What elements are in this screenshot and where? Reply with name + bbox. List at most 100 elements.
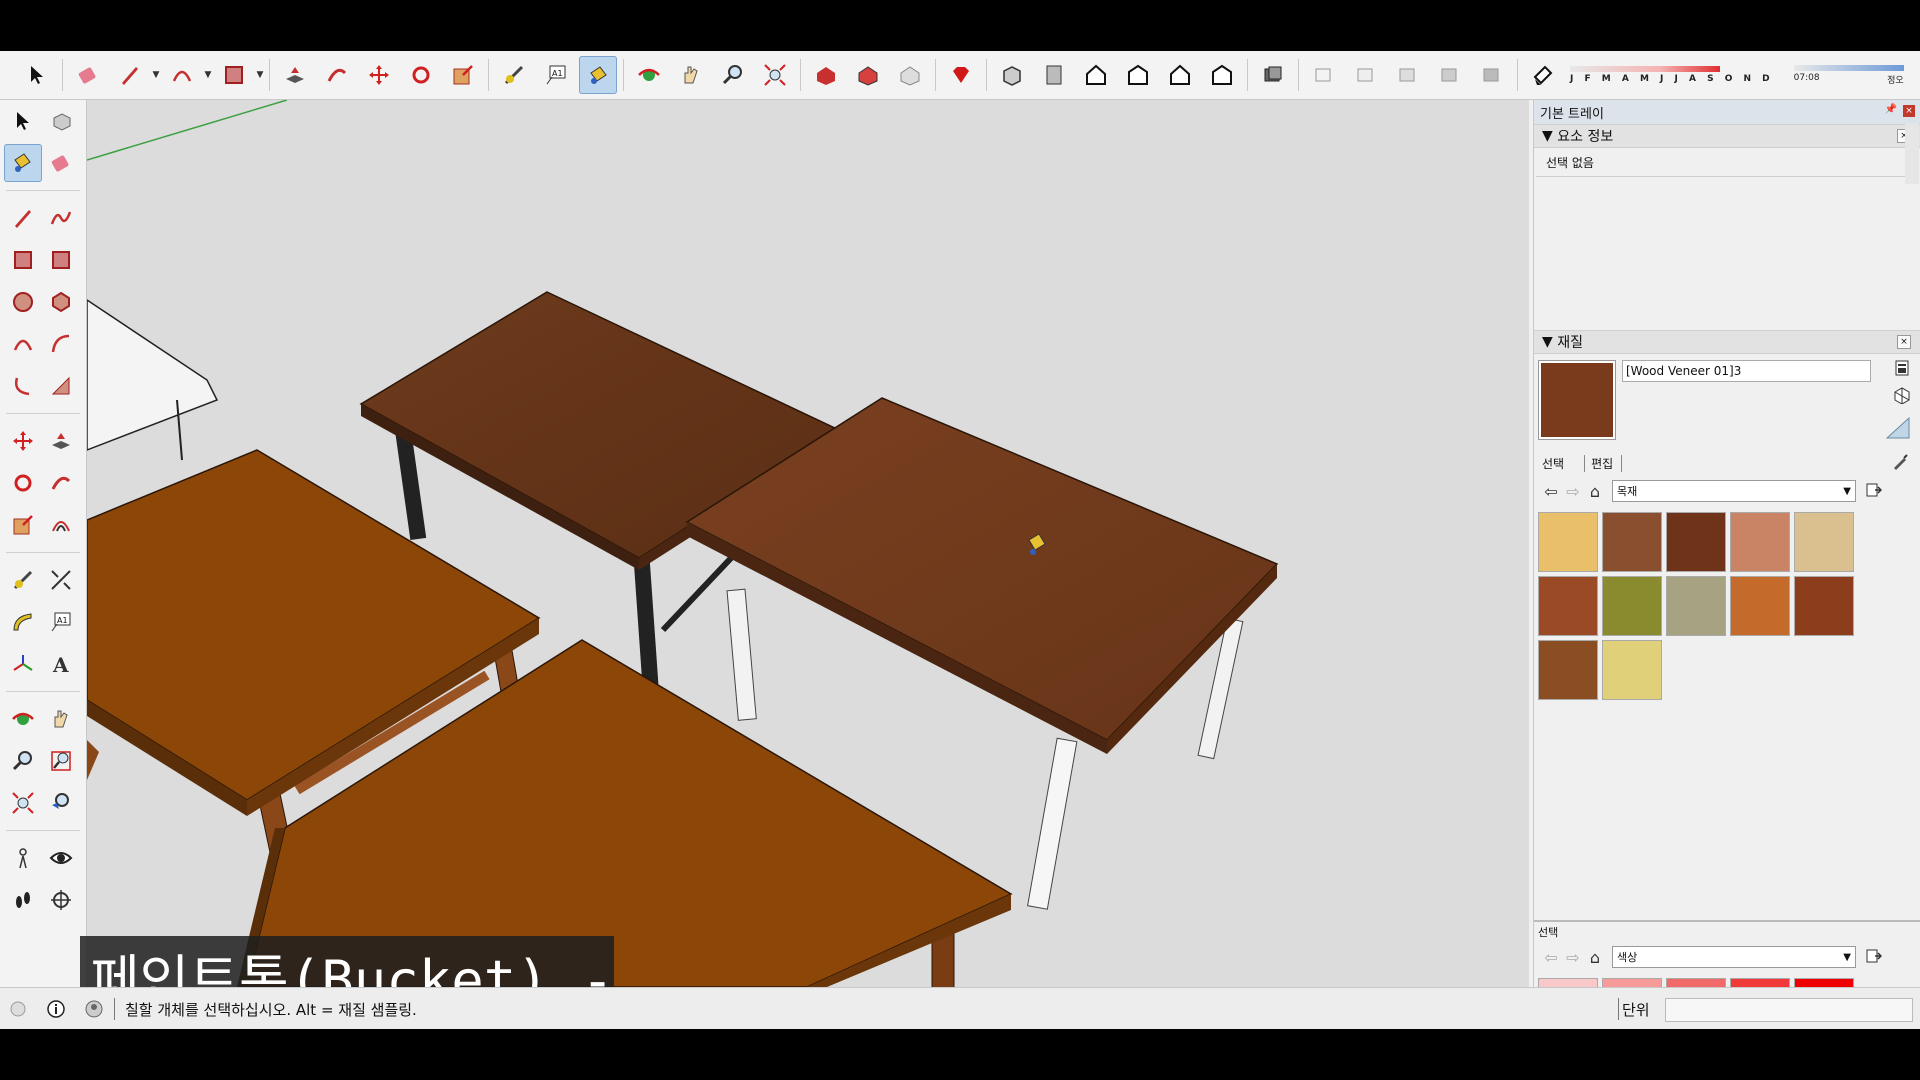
tab-select[interactable]: 선택: [1542, 455, 1564, 472]
measurements-box[interactable]: [1665, 998, 1913, 1022]
wireframe-style-button[interactable]: [1305, 56, 1343, 94]
iso-view-button[interactable]: [993, 56, 1031, 94]
tab-edit[interactable]: 편집: [1584, 454, 1623, 472]
material-swatch[interactable]: [1602, 576, 1662, 636]
details-arrow-icon[interactable]: [1866, 482, 1883, 501]
dimension-tool-button[interactable]: [42, 561, 80, 599]
zoom-extents-tool-button[interactable]: [756, 56, 794, 94]
share-component-button[interactable]: [891, 56, 929, 94]
geo-location-icon[interactable]: [8, 999, 28, 1019]
move-tool-button[interactable]: [360, 56, 398, 94]
move-tool-button[interactable]: [4, 422, 42, 460]
offset-tool-button[interactable]: [42, 506, 80, 544]
top-view-button[interactable]: [1035, 56, 1073, 94]
three-point-arc-tool-button[interactable]: [4, 367, 42, 405]
tape-measure-tool-button[interactable]: [4, 561, 42, 599]
tape-measure-tool-button[interactable]: [495, 56, 533, 94]
line-tool-button[interactable]: [111, 56, 149, 94]
default-material-icon[interactable]: [1885, 416, 1911, 443]
shaded-style-button[interactable]: [1389, 56, 1427, 94]
scale-tool-button[interactable]: [444, 56, 482, 94]
text-tool-button[interactable]: A1: [42, 603, 80, 641]
month-slider[interactable]: [1570, 66, 1720, 72]
shadows-toggle-button[interactable]: [1524, 56, 1562, 94]
material-swatch[interactable]: [1538, 512, 1598, 572]
rectangle-tool-dropdown[interactable]: ▼: [255, 56, 265, 94]
material-swatch[interactable]: [1602, 512, 1662, 572]
home-icon[interactable]: ⌂: [1584, 948, 1606, 967]
credits-info-icon[interactable]: [46, 999, 66, 1019]
3d-text-tool-button[interactable]: A: [42, 645, 80, 683]
details-arrow-icon[interactable]: [1866, 948, 1883, 967]
material-preview-swatch[interactable]: [1538, 360, 1616, 440]
white-table-top[interactable]: [87, 299, 219, 451]
material-swatch[interactable]: [1794, 512, 1854, 572]
pin-icon[interactable]: 📌: [1885, 104, 1897, 115]
freehand-tool-button[interactable]: [42, 199, 80, 237]
push-pull-tool-button[interactable]: [276, 56, 314, 94]
eraser-tool-button[interactable]: [42, 144, 80, 182]
orbit-tool-button[interactable]: [4, 700, 42, 738]
material-swatch[interactable]: [1666, 512, 1726, 572]
follow-me-tool-button[interactable]: [42, 464, 80, 502]
front-view-button[interactable]: [1077, 56, 1115, 94]
paint-bucket-tool-button[interactable]: [579, 56, 617, 94]
pie-tool-button[interactable]: [42, 367, 80, 405]
material-swatch[interactable]: [1602, 640, 1662, 700]
user-account-icon[interactable]: [84, 999, 104, 1019]
select-tool-button[interactable]: [4, 102, 42, 140]
forward-arrow-icon[interactable]: ⇨: [1562, 948, 1584, 967]
forward-arrow-icon[interactable]: ⇨: [1562, 482, 1584, 501]
section-plane-tool-button[interactable]: [42, 881, 80, 919]
materials-header[interactable]: ▼ 재질 ×: [1534, 330, 1920, 354]
orbit-tool-button[interactable]: [630, 56, 668, 94]
material-swatch[interactable]: [1538, 576, 1598, 636]
model-viewport[interactable]: [87, 100, 1529, 987]
axes-tool-button[interactable]: [4, 645, 42, 683]
create-material-icon[interactable]: [1893, 386, 1911, 407]
line-tool-button[interactable]: [4, 199, 42, 237]
material-swatch[interactable]: [1794, 576, 1854, 636]
back-view-button[interactable]: [1161, 56, 1199, 94]
material-swatch[interactable]: [1666, 576, 1726, 636]
circle-tool-button[interactable]: [4, 283, 42, 321]
rotate-tool-button[interactable]: [4, 464, 42, 502]
walk-tool-button[interactable]: [4, 881, 42, 919]
pan-tool-button[interactable]: [672, 56, 710, 94]
follow-me-tool-button[interactable]: [318, 56, 356, 94]
arc-tool-dropdown[interactable]: ▼: [203, 56, 213, 94]
zoom-tool-button[interactable]: [714, 56, 752, 94]
arc-tool-button[interactable]: [4, 325, 42, 363]
material-library-select[interactable]: 목재 ▼: [1612, 480, 1856, 502]
make-component-button[interactable]: [42, 102, 80, 140]
warehouse-button[interactable]: [807, 56, 845, 94]
time-slider[interactable]: [1793, 64, 1904, 71]
pan-tool-button[interactable]: [42, 700, 80, 738]
rotate-tool-button[interactable]: [402, 56, 440, 94]
position-camera-tool-button[interactable]: [4, 839, 42, 877]
back-arrow-icon[interactable]: ⇦: [1540, 482, 1562, 501]
zoom-window-tool-button[interactable]: [42, 742, 80, 780]
select-tool-button[interactable]: [18, 56, 56, 94]
material-detail-icon[interactable]: [1895, 360, 1909, 379]
monochrome-style-button[interactable]: [1473, 56, 1511, 94]
material-swatch[interactable]: [1538, 640, 1598, 700]
extension-warehouse-button[interactable]: [942, 56, 980, 94]
tray-close-button[interactable]: ×: [1903, 105, 1915, 117]
two-point-arc-tool-button[interactable]: [42, 325, 80, 363]
line-tool-dropdown[interactable]: ▼: [151, 56, 161, 94]
secondary-library-select[interactable]: 색상 ▼: [1612, 946, 1856, 968]
look-around-tool-button[interactable]: [42, 839, 80, 877]
xray-style-button[interactable]: [1254, 56, 1292, 94]
previous-view-button[interactable]: [42, 784, 80, 822]
arc-tool-button[interactable]: [163, 56, 201, 94]
rectangle-tool-button[interactable]: [215, 56, 253, 94]
paint-bucket-tool-button[interactable]: [4, 144, 42, 182]
material-name-field[interactable]: [Wood Veneer 01]3: [1622, 360, 1871, 382]
eraser-tool-button[interactable]: [69, 56, 107, 94]
hidden-line-style-button[interactable]: [1347, 56, 1385, 94]
rectangle-tool-button[interactable]: [4, 241, 42, 279]
shaded-textures-style-button[interactable]: [1431, 56, 1469, 94]
sample-paint-icon[interactable]: [1891, 453, 1909, 474]
material-swatch[interactable]: [1730, 512, 1790, 572]
